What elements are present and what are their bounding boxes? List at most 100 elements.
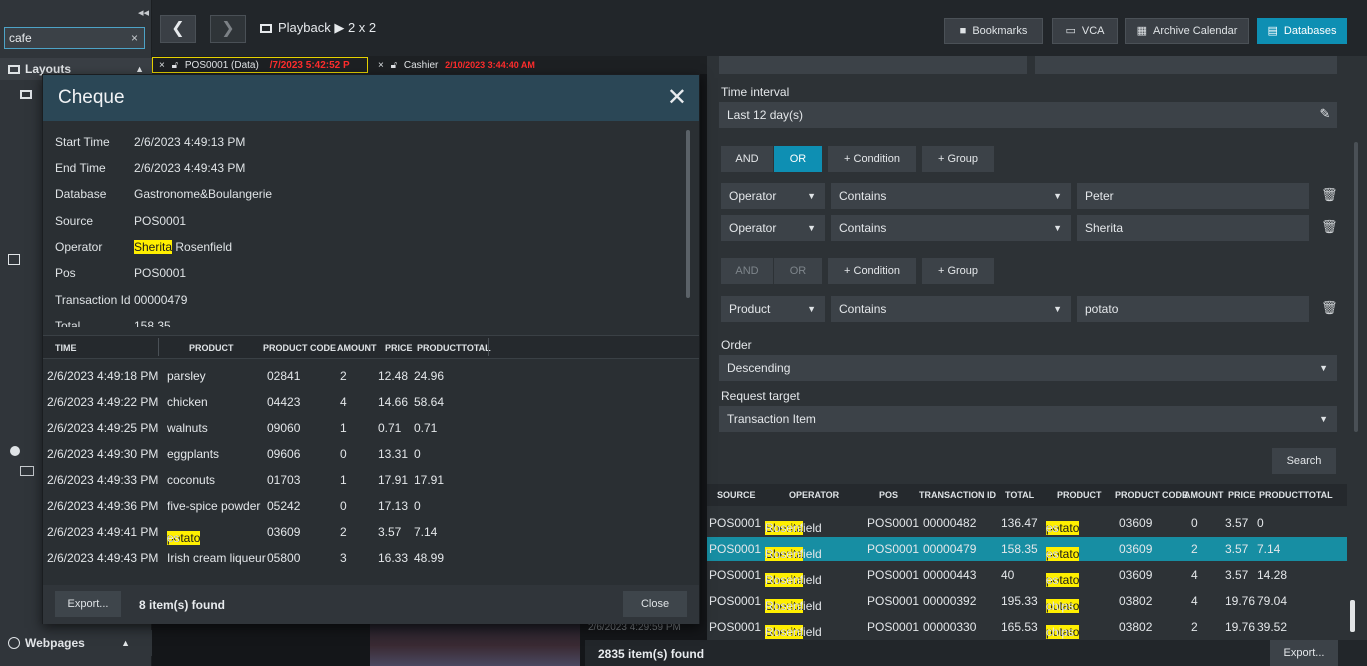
partial-field-right[interactable] bbox=[1035, 56, 1337, 74]
group-or-button[interactable]: OR bbox=[774, 258, 822, 284]
group-add-condition-button[interactable]: + Condition bbox=[828, 258, 916, 284]
cell-time: 2/6/2023 4:49:25 PM bbox=[47, 421, 159, 435]
databases-label: Databases bbox=[1283, 25, 1337, 37]
info-scrollbar[interactable] bbox=[686, 130, 690, 298]
webpages-header-label: Webpages bbox=[25, 636, 85, 650]
filters-scrollbar[interactable] bbox=[1350, 56, 1364, 436]
close-tab-icon[interactable]: × bbox=[378, 60, 384, 71]
search-button[interactable]: Search bbox=[1272, 448, 1336, 474]
column-divider[interactable] bbox=[488, 338, 489, 356]
col-producttotal[interactable]: PRODUCTTOTAL bbox=[1259, 490, 1333, 500]
col-product-code[interactable]: PRODUCT CODE bbox=[263, 343, 336, 353]
back-button[interactable]: ❮ bbox=[160, 15, 196, 43]
maps-section-icon[interactable] bbox=[10, 446, 20, 456]
cell-total: 136.47 bbox=[1001, 516, 1038, 530]
bookmarks-button[interactable]: ■ Bookmarks bbox=[944, 18, 1043, 44]
cell-amount: 3 bbox=[340, 551, 347, 565]
cell-product-code: 03802 bbox=[1119, 620, 1153, 634]
col-source[interactable]: SOURCE bbox=[717, 490, 756, 500]
request-target-value: Transaction Item bbox=[727, 412, 816, 426]
condition-1-field[interactable]: Operator ▼ bbox=[721, 183, 825, 209]
col-product[interactable]: PRODUCT bbox=[1057, 490, 1102, 500]
dialog-export-button[interactable]: Export... bbox=[55, 591, 121, 617]
cameras-section-icon[interactable] bbox=[8, 254, 20, 265]
col-time[interactable]: TIME bbox=[55, 343, 77, 353]
vca-button[interactable]: ▭ VCA bbox=[1052, 18, 1118, 44]
close-tab-icon[interactable]: × bbox=[159, 60, 165, 71]
result-row[interactable]: POS0001 Sherita Rosenfield POS0001 00000… bbox=[707, 615, 1347, 640]
cheque-row[interactable]: 2/6/2023 4:49:43 PM Irish cream liqueur … bbox=[43, 545, 699, 571]
col-price[interactable]: PRICE bbox=[385, 343, 413, 353]
col-producttotal[interactable]: PRODUCTTOTAL bbox=[417, 343, 491, 353]
col-pos[interactable]: POS bbox=[879, 490, 898, 500]
cheque-row[interactable]: 2/6/2023 4:49:33 PM coconuts 01703 1 17.… bbox=[43, 467, 699, 493]
cell-amount: 1 bbox=[340, 421, 347, 435]
condition-1-operator[interactable]: Contains ▼ bbox=[831, 183, 1071, 209]
condition-1-value[interactable]: Peter bbox=[1077, 183, 1309, 209]
webpages-header[interactable]: Webpages ▲ bbox=[0, 630, 152, 656]
result-row[interactable]: POS0001 Sherita Rosenfield POS0001 00000… bbox=[707, 563, 1347, 587]
trash-icon[interactable]: 🗑︎ bbox=[1321, 300, 1338, 316]
results-scrollbar[interactable] bbox=[1350, 600, 1355, 632]
col-product[interactable]: PRODUCT bbox=[189, 343, 234, 353]
cheque-row[interactable]: 2/6/2023 4:49:36 PM five-spice powder 05… bbox=[43, 493, 699, 519]
cell-price: 17.91 bbox=[378, 473, 409, 487]
dialog-close-button[interactable]: Close bbox=[623, 591, 687, 617]
cheque-row[interactable]: 2/6/2023 4:49:41 PM potato es 03609 2 3.5… bbox=[43, 519, 699, 545]
col-operator[interactable]: OPERATOR bbox=[789, 490, 839, 500]
cheque-row[interactable]: 2/6/2023 4:49:22 PM chicken 04423 4 14.6… bbox=[43, 389, 699, 415]
trash-icon[interactable]: 🗑︎ bbox=[1321, 219, 1338, 235]
tab-pos0001[interactable]: × 🔓︎ POS0001 (Data) /7/2023 5:42:52 P bbox=[152, 57, 368, 73]
collapse-panel-button[interactable]: ◂◂ bbox=[138, 6, 149, 19]
cell-product-code: 05800 bbox=[267, 551, 301, 565]
col-amount[interactable]: AMOUNT bbox=[1184, 490, 1224, 500]
col-product-code[interactable]: PRODUCT CODE bbox=[1115, 490, 1188, 500]
cheque-row[interactable]: 2/6/2023 4:49:25 PM walnuts 09060 1 0.71… bbox=[43, 415, 699, 441]
databases-button[interactable]: ▤ Databases bbox=[1257, 18, 1347, 44]
and-button[interactable]: AND bbox=[721, 146, 773, 172]
column-divider[interactable] bbox=[158, 338, 159, 356]
playback-breadcrumb[interactable]: Playback ▶ 2 x 2 bbox=[260, 20, 376, 36]
condition-2-operator[interactable]: Contains ▼ bbox=[831, 215, 1071, 241]
edit-pencil-icon[interactable]: ✎ bbox=[1313, 102, 1337, 126]
archive-calendar-button[interactable]: ▦ Archive Calendar bbox=[1125, 18, 1249, 44]
layout-item-icon[interactable] bbox=[20, 90, 32, 99]
cell-pos: POS0001 bbox=[867, 568, 920, 582]
pos-value: POS0001 bbox=[134, 266, 187, 280]
col-amount[interactable]: AMOUNT bbox=[337, 343, 377, 353]
cell-amount: 2 bbox=[1191, 542, 1198, 556]
group-condition-value[interactable]: potato bbox=[1077, 296, 1309, 322]
cheque-row[interactable]: 2/6/2023 4:49:30 PM eggplants 09606 0 13… bbox=[43, 441, 699, 467]
or-button[interactable]: OR bbox=[774, 146, 822, 172]
time-interval-field[interactable]: Last 12 day(s) bbox=[719, 102, 1337, 128]
add-condition-button[interactable]: + Condition bbox=[828, 146, 916, 172]
add-group-button[interactable]: + Group bbox=[922, 146, 994, 172]
trash-icon[interactable]: 🗑︎ bbox=[1321, 187, 1338, 203]
group-condition-field[interactable]: Product ▼ bbox=[721, 296, 825, 322]
result-row[interactable]: POS0001 Sherita Rosenfield POS0001 00000… bbox=[707, 511, 1347, 535]
forward-button[interactable]: ❯ bbox=[210, 15, 246, 43]
col-transaction-id[interactable]: TRANSACTION ID bbox=[919, 490, 996, 500]
search-input[interactable]: cafe × bbox=[4, 27, 145, 49]
result-row-selected[interactable]: POS0001 Sherita Rosenfield POS0001 00000… bbox=[707, 537, 1347, 561]
cheque-row[interactable]: 2/6/2023 4:49:18 PM parsley 02841 2 12.4… bbox=[43, 363, 699, 389]
map-item-icon[interactable] bbox=[20, 466, 34, 476]
group-condition-value-text: potato bbox=[1085, 302, 1119, 316]
group-add-group-button[interactable]: + Group bbox=[922, 258, 994, 284]
order-select[interactable]: Descending ▼ bbox=[719, 355, 1337, 381]
result-row[interactable]: POS0001 Sherita Rosenfield POS0001 00000… bbox=[707, 589, 1347, 613]
results-export-button[interactable]: Export... bbox=[1270, 640, 1338, 666]
operator-value: Sherita Rosenfield bbox=[134, 240, 232, 254]
tab-cashier[interactable]: × 🔓︎ Cashier 2/10/2023 3:44:40 AM bbox=[372, 57, 587, 73]
condition-2-field[interactable]: Operator ▼ bbox=[721, 215, 825, 241]
group-and-button[interactable]: AND bbox=[721, 258, 773, 284]
close-icon[interactable]: ✕ bbox=[667, 83, 687, 112]
source-value: POS0001 bbox=[134, 214, 187, 228]
col-price[interactable]: PRICE bbox=[1228, 490, 1256, 500]
partial-field-left[interactable] bbox=[719, 56, 1027, 74]
condition-2-value[interactable]: Sherita bbox=[1077, 215, 1309, 241]
request-target-select[interactable]: Transaction Item ▼ bbox=[719, 406, 1337, 432]
clear-search-button[interactable]: × bbox=[131, 28, 138, 48]
col-total[interactable]: TOTAL bbox=[1005, 490, 1034, 500]
group-condition-operator[interactable]: Contains ▼ bbox=[831, 296, 1071, 322]
